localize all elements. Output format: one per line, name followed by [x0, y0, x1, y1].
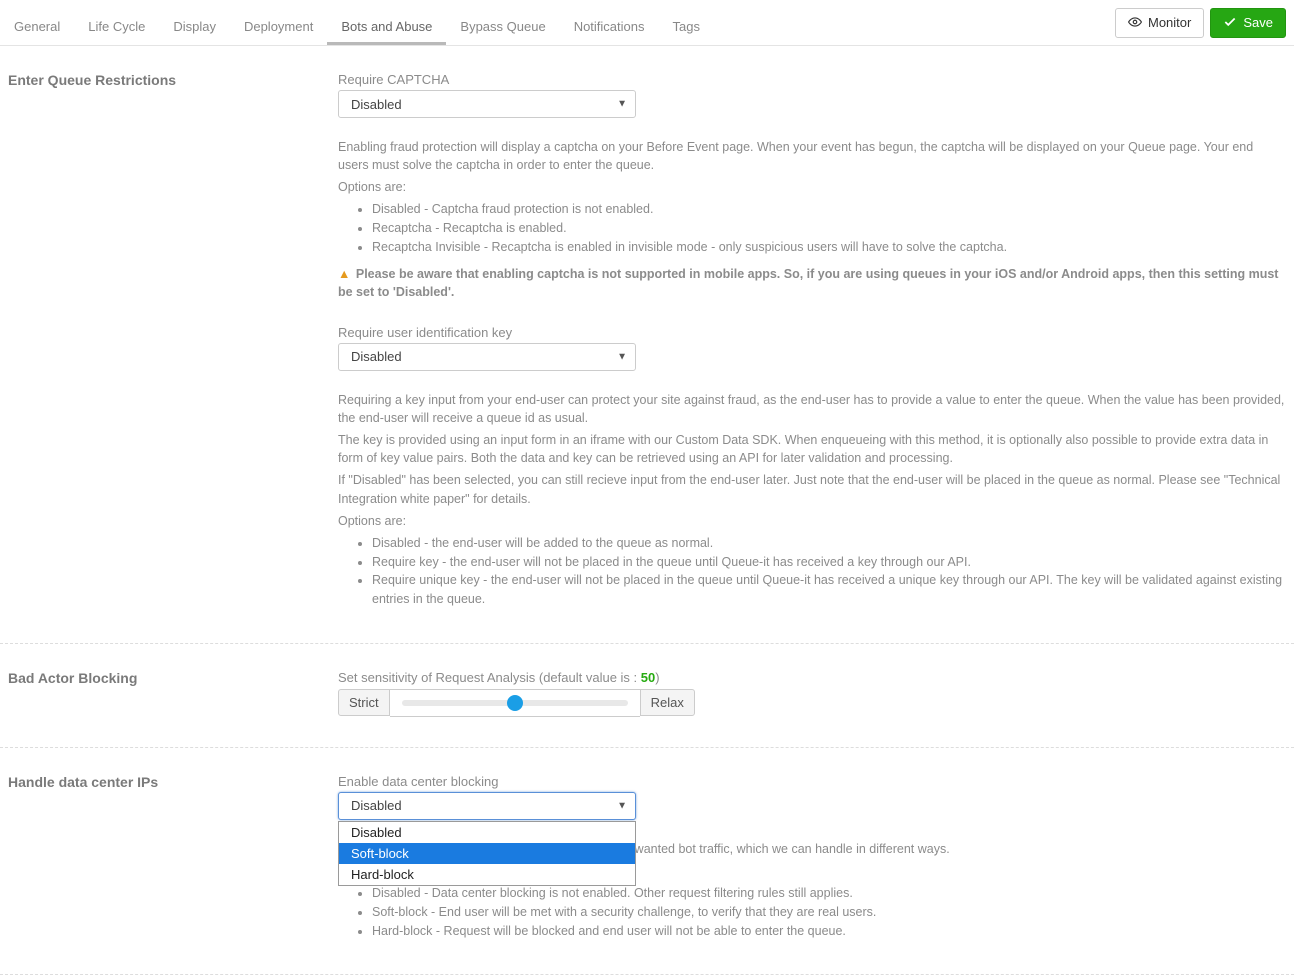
tab-tags[interactable]: Tags [659, 7, 714, 45]
save-button[interactable]: Save [1210, 8, 1286, 38]
monitor-button-label: Monitor [1148, 16, 1191, 29]
captcha-select[interactable]: Disabled ▼ [338, 90, 636, 118]
captcha-options-list: Disabled - Captcha fraud protection is n… [372, 200, 1286, 256]
userkey-options-label: Options are: [338, 512, 1286, 530]
list-item: Require unique key - the end-user will n… [372, 571, 1286, 609]
tab-life-cycle[interactable]: Life Cycle [74, 7, 159, 45]
datacenter-select-value: Disabled [351, 798, 402, 813]
datacenter-options-list: Disabled - Data center blocking is not e… [372, 884, 1286, 940]
captcha-warning: ▲ Please be aware that enabling captcha … [338, 265, 1286, 301]
list-item: Recaptcha Invisible - Recaptcha is enabl… [372, 238, 1286, 257]
userkey-select-value: Disabled [351, 349, 402, 364]
section-title: Enter Queue Restrictions [8, 72, 338, 613]
section-handle-datacenter-ips: Handle data center IPs Enable data cente… [0, 748, 1294, 975]
userkey-select[interactable]: Disabled ▼ [338, 343, 636, 371]
userkey-options-list: Disabled - the end-user will be added to… [372, 534, 1286, 609]
list-item: Recaptcha - Recaptcha is enabled. [372, 219, 1286, 238]
tab-deployment[interactable]: Deployment [230, 7, 327, 45]
section-title: Handle data center IPs [8, 774, 338, 945]
userkey-help-2: The key is provided using an input form … [338, 431, 1286, 467]
check-icon [1223, 15, 1237, 31]
list-item: Disabled - Captcha fraud protection is n… [372, 200, 1286, 219]
section-bad-actor-blocking: Bad Actor Blocking Set sensitivity of Re… [0, 644, 1294, 748]
captcha-options-label: Options are: [338, 178, 1286, 196]
list-item: Disabled - the end-user will be added to… [372, 534, 1286, 553]
strict-button[interactable]: Strict [338, 689, 390, 716]
datacenter-dropdown-popup: Disabled Soft-block Hard-block [338, 821, 636, 886]
sensitivity-default-value: 50 [641, 670, 655, 685]
chevron-down-icon: ▼ [617, 351, 627, 362]
relax-button[interactable]: Relax [640, 689, 695, 716]
captcha-help-intro: Enabling fraud protection will display a… [338, 138, 1286, 174]
list-item: Hard-block - Request will be blocked and… [372, 922, 1286, 941]
datacenter-label: Enable data center blocking [338, 774, 1286, 789]
tabs-container: General Life Cycle Display Deployment Bo… [0, 0, 714, 45]
eye-icon [1128, 15, 1142, 31]
tab-bots-and-abuse[interactable]: Bots and Abuse [327, 7, 446, 45]
chevron-down-icon: ▼ [617, 800, 627, 811]
tab-display[interactable]: Display [159, 7, 230, 45]
userkey-help-3: If "Disabled" has been selected, you can… [338, 471, 1286, 507]
slider-thumb[interactable] [507, 695, 523, 711]
sensitivity-slider[interactable] [390, 689, 640, 717]
section-title: Bad Actor Blocking [8, 670, 338, 717]
list-item: Require key - the end-user will not be p… [372, 553, 1286, 572]
datacenter-select[interactable]: Disabled ▼ [338, 792, 636, 820]
sensitivity-label: Set sensitivity of Request Analysis (def… [338, 670, 1286, 685]
userkey-help-1: Requiring a key input from your end-user… [338, 391, 1286, 427]
save-button-label: Save [1243, 16, 1273, 29]
section-enter-queue-restrictions: Enter Queue Restrictions Require CAPTCHA… [0, 46, 1294, 644]
warning-icon: ▲ [338, 267, 350, 281]
list-item: Soft-block - End user will be met with a… [372, 903, 1286, 922]
monitor-button[interactable]: Monitor [1115, 8, 1204, 38]
captcha-select-value: Disabled [351, 97, 402, 112]
tab-notifications[interactable]: Notifications [560, 7, 659, 45]
chevron-down-icon: ▼ [617, 99, 627, 110]
datacenter-option-hardblock[interactable]: Hard-block [339, 864, 635, 885]
tab-bypass-queue[interactable]: Bypass Queue [446, 7, 559, 45]
list-item: Disabled - Data center blocking is not e… [372, 884, 1286, 903]
captcha-warning-text: Please be aware that enabling captcha is… [338, 267, 1278, 299]
datacenter-option-softblock[interactable]: Soft-block [339, 843, 635, 864]
tab-general[interactable]: General [0, 7, 74, 45]
userkey-label: Require user identification key [338, 325, 1286, 340]
captcha-label: Require CAPTCHA [338, 72, 1286, 87]
